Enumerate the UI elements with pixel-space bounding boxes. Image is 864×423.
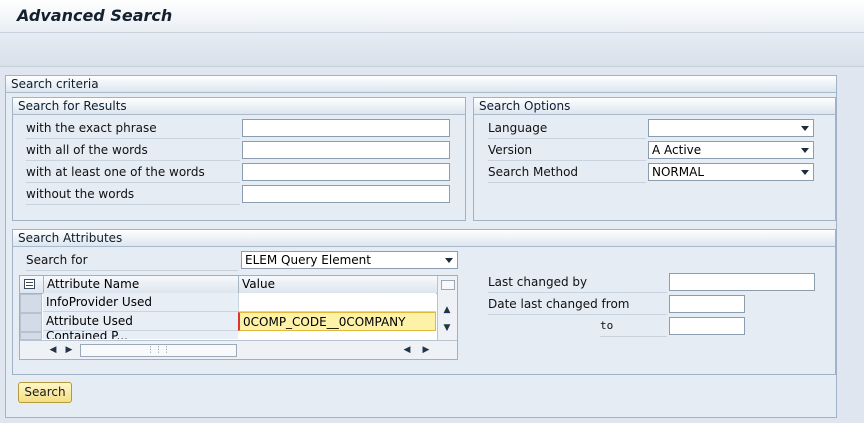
- version-dropdown[interactable]: A Active: [648, 141, 814, 159]
- search-method-value: NORMAL: [652, 165, 705, 179]
- page-title: Advanced Search: [17, 6, 173, 25]
- search-for-value: ELEM Query Element: [245, 253, 371, 267]
- without-words-label: without the words: [26, 184, 240, 205]
- vertical-scrollbar[interactable]: ▲ ▼: [437, 276, 457, 340]
- scroll-up-icon[interactable]: ▲: [440, 303, 454, 317]
- chevron-down-icon[interactable]: [801, 148, 809, 153]
- date-changed-to-input[interactable]: [669, 317, 745, 335]
- table-settings-icon[interactable]: [24, 279, 35, 289]
- version-label: Version: [488, 140, 646, 161]
- exact-phrase-input[interactable]: [242, 119, 450, 137]
- at-least-one-word-label: with at least one of the words: [26, 162, 240, 183]
- exact-phrase-label: with the exact phrase: [26, 118, 240, 139]
- scroll-thumb[interactable]: ⋮⋮⋮: [80, 344, 237, 357]
- search-method-label: Search Method: [488, 162, 646, 183]
- chevron-down-icon[interactable]: [445, 258, 453, 263]
- scroll-left-icon[interactable]: ◀: [46, 343, 60, 357]
- scroll-thumb[interactable]: [441, 280, 455, 290]
- chevron-down-icon[interactable]: [801, 170, 809, 175]
- all-words-input[interactable]: [242, 141, 450, 159]
- language-label: Language: [488, 118, 646, 139]
- title-bar: Advanced Search: [0, 0, 864, 33]
- search-for-dropdown[interactable]: ELEM Query Element: [241, 251, 458, 269]
- scroll-down-icon[interactable]: ▼: [440, 321, 454, 335]
- chevron-down-icon[interactable]: [801, 126, 809, 131]
- attribute-name-cell: InfoProvider Used: [43, 293, 238, 312]
- horizontal-scrollbar[interactable]: ◀ ▶ ⋮⋮⋮ ◀ ▶: [20, 340, 457, 359]
- column-header-value[interactable]: Value: [238, 276, 440, 294]
- search-method-dropdown[interactable]: NORMAL: [648, 163, 814, 181]
- date-changed-from-input[interactable]: [669, 295, 745, 313]
- scroll-right-icon[interactable]: ▶: [419, 343, 433, 357]
- scroll-left-icon[interactable]: ◀: [400, 343, 414, 357]
- date-changed-to-label: to: [600, 316, 667, 337]
- last-changed-by-label: Last changed by: [488, 272, 667, 293]
- search-options-header: Search Options: [474, 98, 835, 115]
- row-selector[interactable]: [20, 294, 42, 313]
- search-for-results-header: Search for Results: [13, 98, 465, 115]
- scroll-right-icon[interactable]: ▶: [62, 343, 76, 357]
- attribute-table: Attribute Name Value InfoProvider Used A…: [19, 275, 458, 360]
- without-words-input[interactable]: [242, 185, 450, 203]
- attribute-name-cell: Attribute Used: [43, 312, 238, 331]
- search-criteria-header: Search criteria: [6, 76, 836, 93]
- row-selector[interactable]: [20, 313, 42, 332]
- application-toolbar: [0, 33, 864, 67]
- search-button[interactable]: Search: [18, 382, 72, 403]
- row-selector[interactable]: [20, 332, 42, 340]
- attribute-value-cell[interactable]: 0COMP_CODE__0COMPANY: [238, 312, 436, 331]
- attribute-value-cell[interactable]: [238, 293, 436, 312]
- column-header-attribute-name[interactable]: Attribute Name: [43, 276, 241, 294]
- last-changed-by-input[interactable]: [669, 273, 815, 291]
- at-least-one-word-input[interactable]: [242, 163, 450, 181]
- language-dropdown[interactable]: [648, 119, 814, 137]
- search-attributes-header: Search Attributes: [13, 230, 835, 247]
- date-changed-from-label: Date last changed from: [488, 294, 667, 315]
- attribute-name-cell: Contained P...: [43, 331, 238, 339]
- version-value: A Active: [652, 143, 702, 157]
- all-words-label: with all of the words: [26, 140, 240, 161]
- search-for-label: Search for: [26, 250, 238, 271]
